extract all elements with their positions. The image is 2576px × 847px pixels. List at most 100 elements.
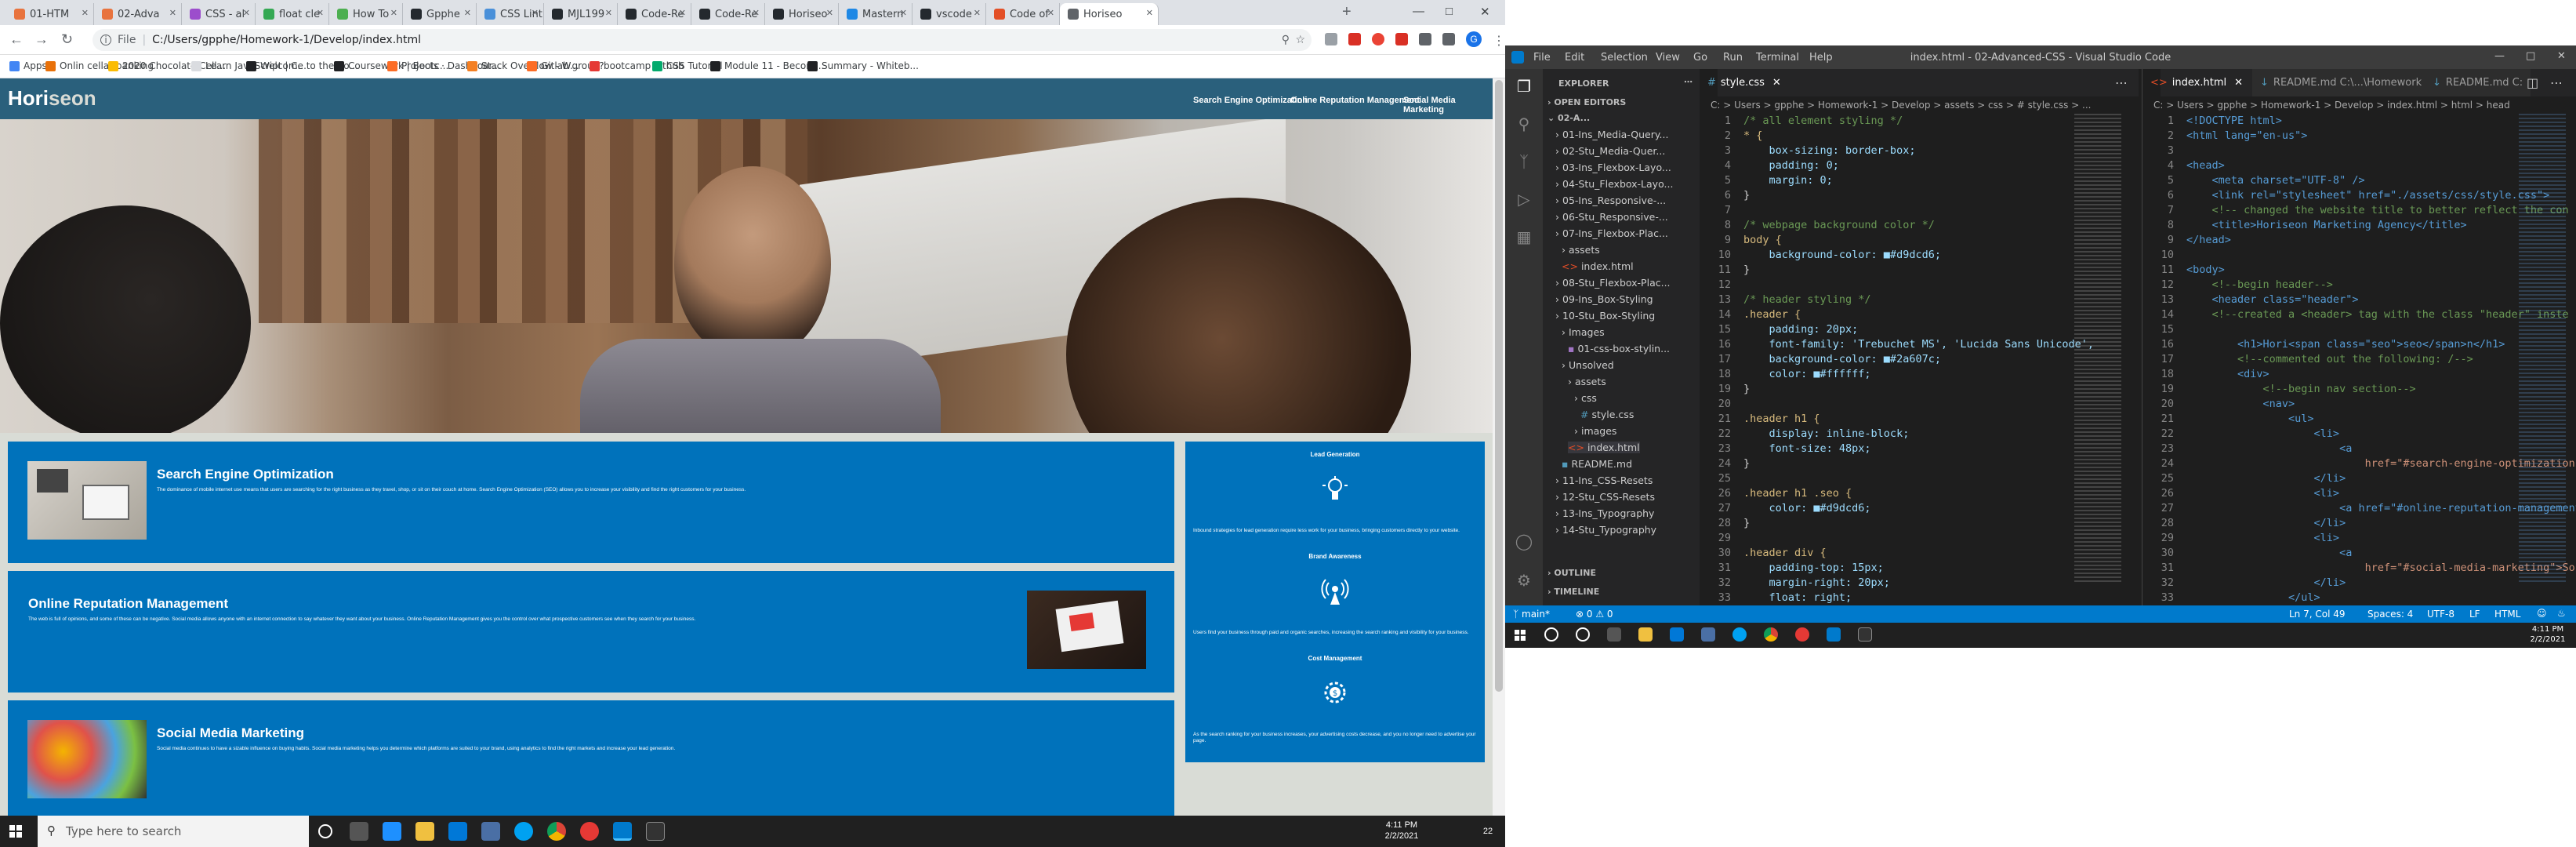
code-line[interactable]: <!--commented out the following: /--> [2186,352,2473,367]
bookmark-item[interactable]: Summary - Whiteb... [807,60,919,71]
code-line[interactable]: <link rel="stylesheet" href="./assets/cs… [2186,188,2550,203]
folder-header[interactable]: ⌄ 02-A... [1547,113,1590,123]
mail-icon[interactable] [1701,627,1715,642]
close-tab-icon[interactable]: ✕ [390,8,397,18]
code-line[interactable]: } [1743,456,1750,471]
code-line[interactable]: <!DOCTYPE html> [2186,114,2282,129]
code-line[interactable]: <!--created a <header> tag with the clas… [2186,307,2569,322]
code-line[interactable]: <a [2186,442,2352,456]
close-window-button[interactable]: ✕ [1480,5,1490,19]
tree-file[interactable]: <> index.html [1568,442,1640,453]
code-line[interactable]: <a href="#online-reputation-management"> [2186,501,2576,516]
minimap[interactable] [2519,114,2566,584]
code-line[interactable]: display: inline-block; [1743,427,1910,442]
code-line[interactable]: padding: 0; [1743,158,1839,173]
code-line[interactable]: <li> [2186,486,2340,501]
code-line[interactable]: <html lang="en-us"> [2186,129,2307,144]
code-line[interactable]: padding-top: 15px; [1743,561,1884,576]
browser-tab[interactable]: MJL199 ✕ [544,3,618,25]
browser-tab[interactable]: vscode ✕ [912,3,986,25]
extension-icon[interactable] [1348,33,1361,45]
code-line[interactable]: color: ■#d9dcd6; [1743,501,1871,516]
git-branch[interactable]: ᛉ main* [1513,609,1550,620]
close-tab-icon[interactable]: ✕ [753,8,760,18]
tree-folder[interactable]: › Unsolved [1562,359,1614,371]
browser-tab[interactable]: CSS - al ✕ [182,3,256,25]
code-line[interactable]: background-color: ■#d9dcd6; [1743,248,1941,263]
search-icon[interactable]: ⚲ [1515,115,1533,133]
close-tab-icon[interactable]: ✕ [1047,8,1054,18]
gear-icon[interactable]: ⚙ [1515,571,1533,590]
code-line[interactable]: </ul> [2186,591,2320,605]
terminal-icon[interactable] [1858,627,1872,642]
code-line[interactable]: <nav> [2186,397,2295,412]
extension-icon[interactable] [1372,33,1384,45]
kebab-menu-icon[interactable]: ⋮ [1493,33,1505,49]
close-tab-icon[interactable]: ✕ [82,8,89,18]
code-line[interactable]: /* all element styling */ [1743,114,1903,129]
code-line[interactable]: href="#search-engine-optimization">Searc [2186,456,2576,471]
source-control-icon[interactable]: ᛉ [1515,152,1533,171]
tree-folder[interactable]: › 12-Stu_CSS-Resets [1555,491,1655,503]
tree-folder[interactable]: › Images [1562,326,1605,338]
code-line[interactable]: <body> [2186,263,2225,278]
cortana-icon[interactable] [318,824,332,838]
info-icon[interactable]: i [100,35,111,45]
tree-folder[interactable]: › css [1574,392,1597,404]
tree-file[interactable]: # style.css [1580,409,1634,420]
close-tab-icon[interactable]: ✕ [1146,8,1153,18]
vscode-icon[interactable] [1827,627,1841,642]
line-ending[interactable]: LF [2469,609,2480,620]
search-icon[interactable] [1544,627,1558,642]
code-line[interactable]: font-size: 48px; [1743,442,1871,456]
minimize-button[interactable]: — [1413,5,1424,18]
code-line[interactable]: .header { [1743,307,1801,322]
tab-readme-2[interactable]: ↓ README.md C: [2425,69,2532,96]
code-line[interactable]: <header class="header"> [2186,293,2359,307]
browser-tab[interactable]: CSS Lint ✕ [477,3,544,25]
split-editor-icon[interactable]: ◫ [2527,75,2538,90]
cortana-icon[interactable] [1576,627,1590,642]
extension-icon[interactable] [1419,33,1431,45]
vscode-icon[interactable] [613,822,632,841]
open-editors-header[interactable]: › OPEN EDITORS [1547,97,1626,107]
tree-folder[interactable]: › assets [1562,244,1600,256]
extension-icon[interactable] [1325,33,1337,45]
page-scrollbar[interactable] [1493,78,1505,816]
nav-link-social[interactable]: Social Media Marketing [1403,96,1493,115]
reload-icon[interactable]: ↻ [61,31,73,48]
tree-folder[interactable]: › 13-Ins_Typography [1555,507,1654,519]
outline-header[interactable]: › OUTLINE [1547,568,1596,578]
bookmark-item[interactable]: Apps [9,60,47,71]
tree-folder[interactable]: › 09-Ins_Box-Styling [1555,293,1653,305]
close-tab-icon[interactable]: ✕ [243,8,250,18]
code-line[interactable]: </li> [2186,471,2346,486]
browser-tab[interactable]: Mastern ✕ [839,3,912,25]
indentation[interactable]: Spaces: 4 [2367,609,2413,620]
language-mode[interactable]: HTML [2494,609,2520,620]
code-line[interactable]: <div> [2186,367,2269,382]
edge-icon[interactable] [514,822,533,841]
file-explorer-icon[interactable] [1638,627,1653,642]
new-tab-button[interactable]: + [1342,3,1351,21]
browser-tab[interactable]: Horiseo ✕ [765,3,839,25]
code-line[interactable]: <h1>Hori<span class="seo">seo</span>n</h… [2186,337,2505,352]
bell-icon[interactable]: ♨ [2557,608,2566,619]
address-bar[interactable]: i File | C:/Users/gpphe/Homework-1/Devel… [93,29,1312,51]
code-line[interactable]: <a [2186,546,2352,561]
feedback-icon[interactable]: ☺ [2537,608,2547,619]
code-line[interactable]: </head> [2186,233,2231,248]
close-window-button[interactable]: ✕ [2557,50,2566,62]
tree-folder[interactable]: › 11-Ins_CSS-Resets [1555,474,1653,486]
code-line[interactable]: margin: 0; [1743,173,1833,188]
forward-icon[interactable]: → [34,31,49,48]
run-debug-icon[interactable]: ▷ [1515,190,1533,209]
tree-folder[interactable]: › assets [1568,376,1606,387]
code-line[interactable]: <title>Horiseon Marketing Agency</title> [2186,218,2467,233]
code-line[interactable]: <!--begin header--> [2186,278,2333,293]
browser-tab[interactable]: How To ✕ [329,3,403,25]
bookmark-star-icon[interactable]: ☆ [1295,34,1305,46]
tab-index-html[interactable]: <> index.html ✕ [2142,69,2243,96]
minimap[interactable] [2074,114,2121,584]
taskbar-search-input[interactable]: ⚲ Type here to search [38,816,309,847]
